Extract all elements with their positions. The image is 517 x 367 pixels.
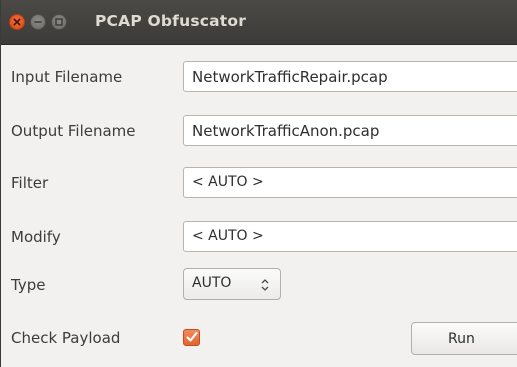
output-filename-label: Output Filename xyxy=(11,122,136,140)
maximize-button[interactable] xyxy=(51,14,67,30)
minimize-button[interactable] xyxy=(30,14,46,30)
modify-value: < AUTO > xyxy=(192,228,264,244)
modify-label: Modify xyxy=(11,228,61,246)
input-filename-label: Input Filename xyxy=(11,68,123,86)
check-payload-label: Check Payload xyxy=(11,329,121,347)
type-label: Type xyxy=(11,276,46,294)
maximize-icon xyxy=(55,18,63,26)
updown-arrows-icon xyxy=(261,279,269,291)
checkmark-icon xyxy=(186,331,198,342)
run-button[interactable]: Run xyxy=(411,322,517,355)
filter-combo[interactable]: < AUTO > xyxy=(183,167,517,198)
filter-label: Filter xyxy=(11,174,49,192)
output-filename-field[interactable] xyxy=(183,115,517,146)
type-select[interactable]: AUTO xyxy=(183,268,281,300)
title-bar[interactable]: PCAP Obfuscator xyxy=(1,0,517,45)
input-filename-field[interactable] xyxy=(183,61,517,92)
close-icon xyxy=(13,18,21,26)
type-selected-value: AUTO xyxy=(192,275,232,291)
minimize-icon xyxy=(34,21,42,23)
modify-combo[interactable]: < AUTO > xyxy=(183,221,517,252)
app-window: PCAP Obfuscator Input Filename Output Fi… xyxy=(0,0,517,367)
window-title: PCAP Obfuscator xyxy=(95,12,247,30)
check-payload-checkbox[interactable] xyxy=(183,329,200,346)
filter-value: < AUTO > xyxy=(192,174,264,190)
close-button[interactable] xyxy=(9,14,25,30)
